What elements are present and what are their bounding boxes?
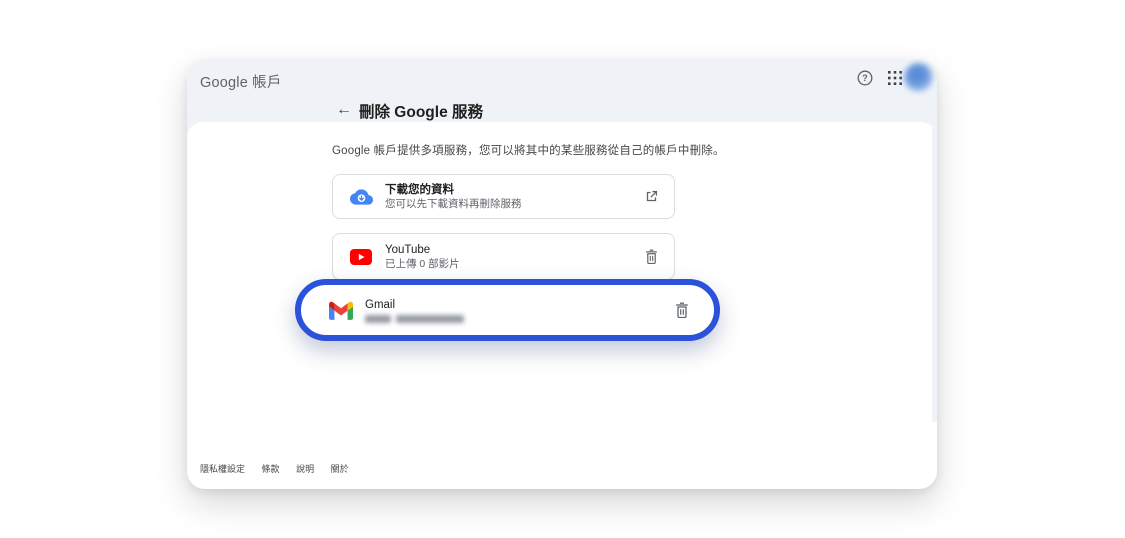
app-bar: Google 帳戶 ?	[187, 60, 937, 94]
trash-icon[interactable]	[674, 302, 690, 318]
gmail-description-redacted	[365, 314, 674, 323]
trash-icon[interactable]	[643, 249, 659, 265]
footer-link-privacy[interactable]: 隱私權設定	[200, 464, 245, 474]
youtube-icon	[349, 248, 373, 265]
cloud-download-icon	[349, 188, 373, 205]
app-title: Google 帳戶	[200, 75, 282, 91]
page-title-row: ← 刪除 Google 服務	[187, 98, 937, 124]
service-text: 下載您的資料 您可以先下載資料再刪除服務	[385, 183, 643, 211]
card-gmail-highlighted[interactable]: Gmail	[295, 279, 720, 341]
service-description: 已上傳 0 部影片	[385, 257, 460, 270]
footer-link-about[interactable]: 關於	[331, 464, 349, 474]
gmail-icon	[329, 301, 353, 320]
footer-link-terms[interactable]: 條款	[262, 464, 280, 474]
service-title: YouTube	[385, 243, 431, 256]
help-icon[interactable]: ?	[857, 70, 873, 86]
service-text: Gmail	[365, 298, 674, 323]
page-title: 刪除 Google 服務	[359, 104, 484, 121]
service-text: YouTube 已上傳 0 部影片	[385, 243, 643, 271]
service-title: 下載您的資料	[385, 183, 454, 196]
footer-links: 隱私權設定 條款 說明 關於	[200, 462, 363, 475]
card-youtube[interactable]: YouTube 已上傳 0 部影片	[332, 233, 675, 280]
footer-link-help[interactable]: 說明	[296, 464, 314, 474]
service-title: Gmail	[365, 298, 396, 311]
google-account-window: Google 帳戶 ? ← 刪除 Google 服務 Google 帳戶提供多項…	[187, 60, 937, 489]
back-arrow-icon[interactable]: ←	[333, 99, 355, 121]
user-avatar[interactable]	[904, 63, 933, 92]
apps-grid-icon[interactable]	[888, 71, 902, 85]
card-download-data[interactable]: 下載您的資料 您可以先下載資料再刪除服務	[332, 174, 675, 219]
scroll-gutter	[932, 122, 937, 422]
intro-text: Google 帳戶提供多項服務，您可以將其中的某些服務從自己的帳戶中刪除。	[332, 145, 725, 157]
svg-text:?: ?	[862, 73, 868, 83]
external-link-icon[interactable]	[643, 189, 659, 205]
service-description: 您可以先下載資料再刪除服務	[385, 197, 522, 210]
content-panel: Google 帳戶提供多項服務，您可以將其中的某些服務從自己的帳戶中刪除。 下載…	[187, 122, 937, 489]
